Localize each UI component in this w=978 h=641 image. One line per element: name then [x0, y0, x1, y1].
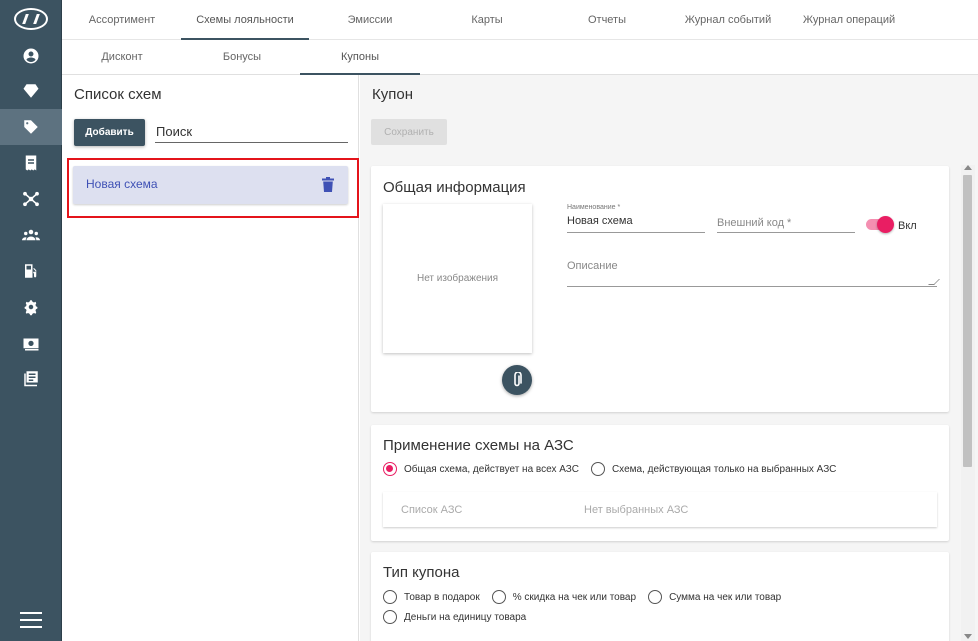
- resize-handle-icon[interactable]: [928, 279, 940, 285]
- general-info-card: Общая информация Нет изображения Наимено…: [371, 166, 949, 412]
- external-code-placeholder: Внешний код *: [717, 217, 792, 229]
- menu-icon[interactable]: [20, 612, 42, 628]
- radio-selected-azs-label: Схема, действующая только на выбранных А…: [611, 463, 837, 475]
- radio-all-azs-label: Общая схема, действует на всех АЗС: [404, 463, 579, 475]
- radio-all-azs[interactable]: [383, 462, 397, 476]
- radio-money-per-unit[interactable]: [383, 610, 397, 624]
- add-button[interactable]: Добавить: [74, 119, 145, 146]
- trash-icon[interactable]: [322, 177, 334, 192]
- scheme-list-panel: Список схем Добавить Новая схема: [62, 75, 359, 641]
- azs-card: Применение схемы на АЗС Общая схема, дей…: [371, 425, 949, 541]
- no-image-text: Нет изображения: [416, 273, 499, 284]
- attach-button[interactable]: [502, 365, 532, 395]
- radio-sum-discount[interactable]: [648, 590, 663, 604]
- radio-gift-product[interactable]: [383, 590, 397, 604]
- tab-emissions[interactable]: Эмиссии: [330, 0, 410, 40]
- logo-icon[interactable]: [14, 8, 48, 30]
- azs-list-empty: Нет выбранных АЗС: [584, 504, 689, 516]
- scroll-down-icon[interactable]: [964, 634, 972, 639]
- radio-selected-azs[interactable]: [590, 462, 605, 476]
- tab-bonuses[interactable]: Бонусы: [202, 40, 282, 75]
- fuel-icon[interactable]: [0, 253, 62, 289]
- name-field[interactable]: Наименование * Новая схема: [567, 204, 705, 233]
- sub-tabs: Дисконт Бонусы Купоны: [62, 40, 978, 75]
- user-icon[interactable]: [0, 38, 62, 74]
- enabled-toggle-label: Вкл: [898, 220, 917, 232]
- azs-list-label: Список АЗС: [401, 504, 463, 516]
- sidebar: [0, 0, 62, 641]
- settings-icon[interactable]: [0, 289, 62, 325]
- list-icon[interactable]: [0, 360, 62, 396]
- tab-event-log[interactable]: Журнал событий: [673, 0, 783, 40]
- general-info-title: Общая информация: [383, 179, 526, 196]
- tab-coupons[interactable]: Купоны: [300, 40, 420, 75]
- coupon-type-options-row2: Деньги на единицу товара: [383, 610, 538, 624]
- enabled-toggle[interactable]: [866, 216, 894, 233]
- network-icon[interactable]: [0, 181, 62, 217]
- tab-loyalty-schemes[interactable]: Схемы лояльности: [181, 0, 309, 40]
- receipt-icon[interactable]: [0, 145, 62, 181]
- scroll-up-icon[interactable]: [964, 165, 972, 170]
- tab-reports[interactable]: Отчеты: [567, 0, 647, 40]
- azs-list-box[interactable]: Список АЗС Нет выбранных АЗС: [383, 492, 937, 527]
- coupon-type-card: Тип купона Товар в подарок % скидка на ч…: [371, 552, 949, 641]
- tab-assortment[interactable]: Ассортимент: [80, 0, 164, 40]
- paperclip-icon: [514, 372, 522, 387]
- scheme-item-name: Новая схема: [86, 177, 158, 191]
- tab-discount[interactable]: Дисконт: [80, 40, 164, 75]
- coupon-title: Купон: [372, 86, 413, 103]
- radio-sum-discount-label: Сумма на чек или товар: [669, 591, 782, 603]
- radio-percent-discount[interactable]: [491, 590, 506, 604]
- description-placeholder: Описание: [567, 260, 618, 272]
- name-field-value: Новая схема: [567, 215, 633, 227]
- radio-percent-discount-label: % скидка на чек или товар: [512, 591, 637, 603]
- search-input[interactable]: [155, 121, 348, 143]
- diamond-icon[interactable]: [0, 73, 62, 109]
- azs-title: Применение схемы на АЗС: [383, 437, 574, 454]
- scrollbar[interactable]: [961, 165, 975, 641]
- radio-money-per-unit-label: Деньги на единицу товара: [404, 611, 527, 623]
- image-placeholder: Нет изображения: [383, 204, 532, 353]
- coupon-editor: Купон Сохранить Общая информация Нет изо…: [360, 75, 978, 641]
- tag-icon[interactable]: [0, 109, 62, 145]
- group-icon[interactable]: [0, 217, 62, 253]
- description-field[interactable]: Описание: [567, 258, 940, 287]
- radio-gift-product-label: Товар в подарок: [404, 591, 480, 603]
- scheme-list-item[interactable]: Новая схема: [73, 166, 348, 204]
- tab-cards[interactable]: Карты: [447, 0, 527, 40]
- main-nav-tabs: Ассортимент Схемы лояльности Эмиссии Кар…: [62, 0, 978, 40]
- scheme-list-title: Список схем: [74, 86, 162, 103]
- azs-options: Общая схема, действует на всех АЗС Схема…: [383, 462, 848, 476]
- coupon-type-options: Товар в подарок % скидка на чек или това…: [383, 590, 793, 604]
- tab-operations-log[interactable]: Журнал операций: [792, 0, 906, 40]
- external-code-field[interactable]: Внешний код *: [717, 204, 855, 233]
- name-field-label: Наименование *: [567, 204, 621, 211]
- scrollbar-thumb[interactable]: [963, 175, 972, 467]
- coupon-type-title: Тип купона: [383, 564, 460, 581]
- save-button[interactable]: Сохранить: [371, 119, 447, 145]
- money-icon[interactable]: [0, 325, 62, 361]
